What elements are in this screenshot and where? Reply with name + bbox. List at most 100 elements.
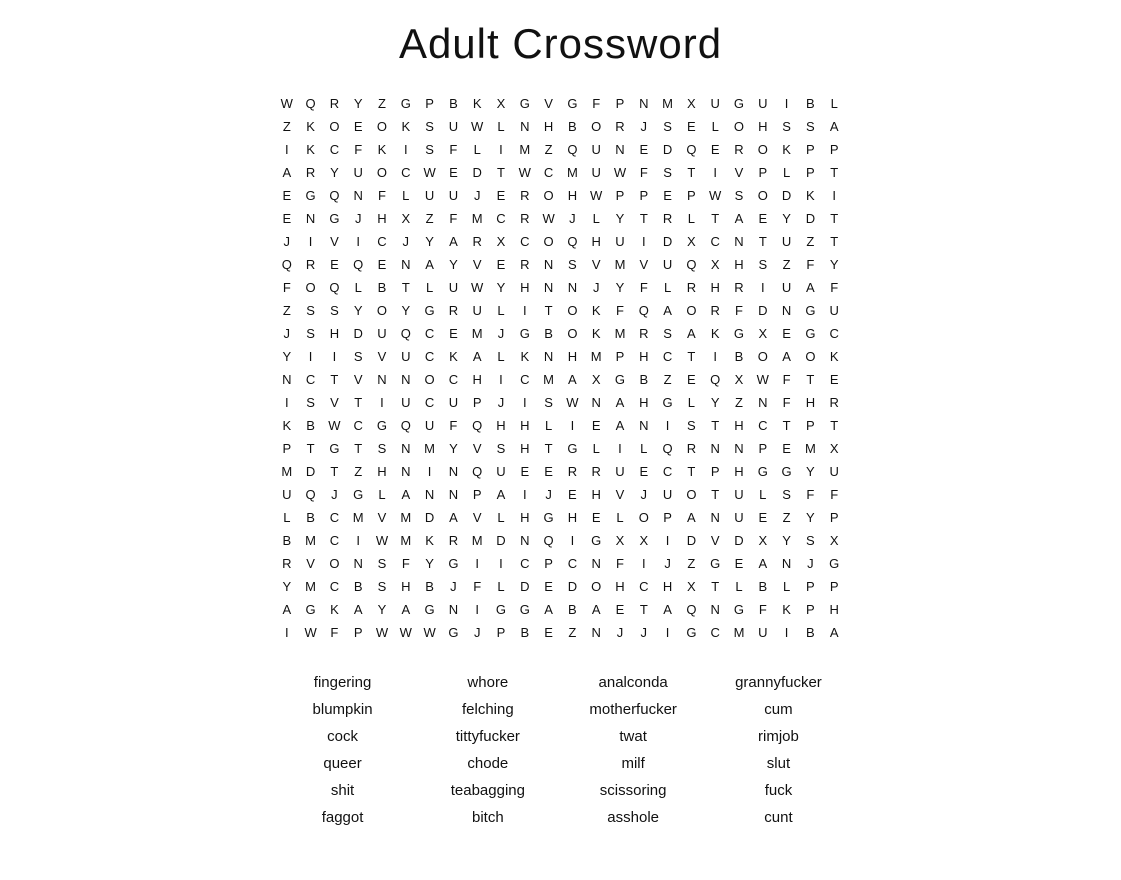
grid-cell: F (275, 276, 299, 299)
grid-cell: T (346, 391, 370, 414)
grid-cell: O (560, 299, 584, 322)
grid-cell: B (727, 345, 751, 368)
grid-cell: A (442, 506, 466, 529)
grid-cell: E (584, 414, 608, 437)
grid-cell: L (346, 276, 370, 299)
grid-cell: E (370, 253, 394, 276)
grid-cell: M (346, 506, 370, 529)
grid-cell: B (632, 368, 656, 391)
grid-cell: Q (679, 138, 703, 161)
grid-cell: S (679, 414, 703, 437)
grid-cell: N (418, 483, 442, 506)
grid-cell: R (323, 92, 347, 115)
grid-cell: W (418, 621, 442, 644)
grid-cell: T (323, 368, 347, 391)
grid-cell: A (537, 598, 561, 621)
grid-cell: Q (394, 414, 418, 437)
grid-cell: N (513, 529, 537, 552)
grid-cell: U (442, 276, 466, 299)
grid-cell: X (703, 253, 727, 276)
grid-cell: Q (275, 253, 299, 276)
grid-cell: K (418, 529, 442, 552)
grid-cell: E (275, 207, 299, 230)
grid-cell: R (465, 230, 489, 253)
grid-cell: P (418, 92, 442, 115)
grid-cell: G (346, 483, 370, 506)
grid-cell: J (465, 621, 489, 644)
grid-cell: H (394, 575, 418, 598)
grid-cell: G (370, 414, 394, 437)
grid-cell: I (489, 552, 513, 575)
grid-cell: C (513, 368, 537, 391)
grid-cell: A (584, 598, 608, 621)
grid-cell: I (418, 460, 442, 483)
grid-cell: H (513, 276, 537, 299)
grid-cell: V (727, 161, 751, 184)
grid-cell: O (537, 184, 561, 207)
grid-cell: P (656, 506, 680, 529)
grid-cell: C (656, 345, 680, 368)
grid-cell: I (323, 345, 347, 368)
grid-cell: J (394, 230, 418, 253)
word-item: slut (711, 753, 846, 774)
grid-cell: U (727, 483, 751, 506)
grid-cell: P (703, 460, 727, 483)
grid-cell: F (442, 207, 466, 230)
grid-cell: I (275, 138, 299, 161)
grid-cell: J (632, 621, 656, 644)
grid-cell: Q (299, 483, 323, 506)
grid-cell: H (632, 391, 656, 414)
grid-cell: Z (275, 115, 299, 138)
grid-cell: W (751, 368, 775, 391)
grid-cell: E (346, 115, 370, 138)
grid-cell: M (798, 437, 822, 460)
grid-cell: I (656, 414, 680, 437)
grid-cell: C (323, 506, 347, 529)
grid-cell: G (727, 322, 751, 345)
grid-cell: I (513, 391, 537, 414)
grid-cell: W (418, 161, 442, 184)
grid-cell: L (489, 345, 513, 368)
grid-cell: F (822, 483, 846, 506)
grid-cell: E (608, 598, 632, 621)
grid-cell: M (537, 368, 561, 391)
grid-cell: I (560, 529, 584, 552)
grid-cell: R (513, 184, 537, 207)
grid-cell: N (394, 368, 418, 391)
grid-cell: Y (703, 391, 727, 414)
grid-cell: M (656, 92, 680, 115)
grid-cell: S (727, 184, 751, 207)
grid-cell: P (822, 506, 846, 529)
grid-cell: G (394, 92, 418, 115)
grid-cell: G (656, 391, 680, 414)
grid-cell: J (346, 207, 370, 230)
grid-cell: E (537, 621, 561, 644)
grid-cell: S (656, 161, 680, 184)
grid-cell: Y (798, 460, 822, 483)
grid-cell: T (537, 299, 561, 322)
grid-cell: K (275, 414, 299, 437)
grid-cell: Q (323, 276, 347, 299)
grid-cell: R (679, 437, 703, 460)
grid-cell: P (346, 621, 370, 644)
grid-cell: W (323, 414, 347, 437)
grid-cell: N (299, 207, 323, 230)
grid-cell: L (822, 92, 846, 115)
grid-cell: F (775, 368, 799, 391)
grid-cell: U (465, 299, 489, 322)
grid-cell: Y (442, 437, 466, 460)
grid-cell: Z (775, 253, 799, 276)
grid-cell: L (632, 437, 656, 460)
grid-cell: T (703, 575, 727, 598)
grid-cell: N (394, 460, 418, 483)
grid-cell: N (775, 552, 799, 575)
grid-cell: S (418, 138, 442, 161)
grid-cell: S (489, 437, 513, 460)
grid-cell: G (751, 460, 775, 483)
grid-cell: X (608, 529, 632, 552)
grid-cell: F (394, 552, 418, 575)
grid-cell: L (275, 506, 299, 529)
word-item: grannyfucker (711, 672, 846, 693)
grid-cell: E (442, 322, 466, 345)
grid-cell: G (679, 621, 703, 644)
